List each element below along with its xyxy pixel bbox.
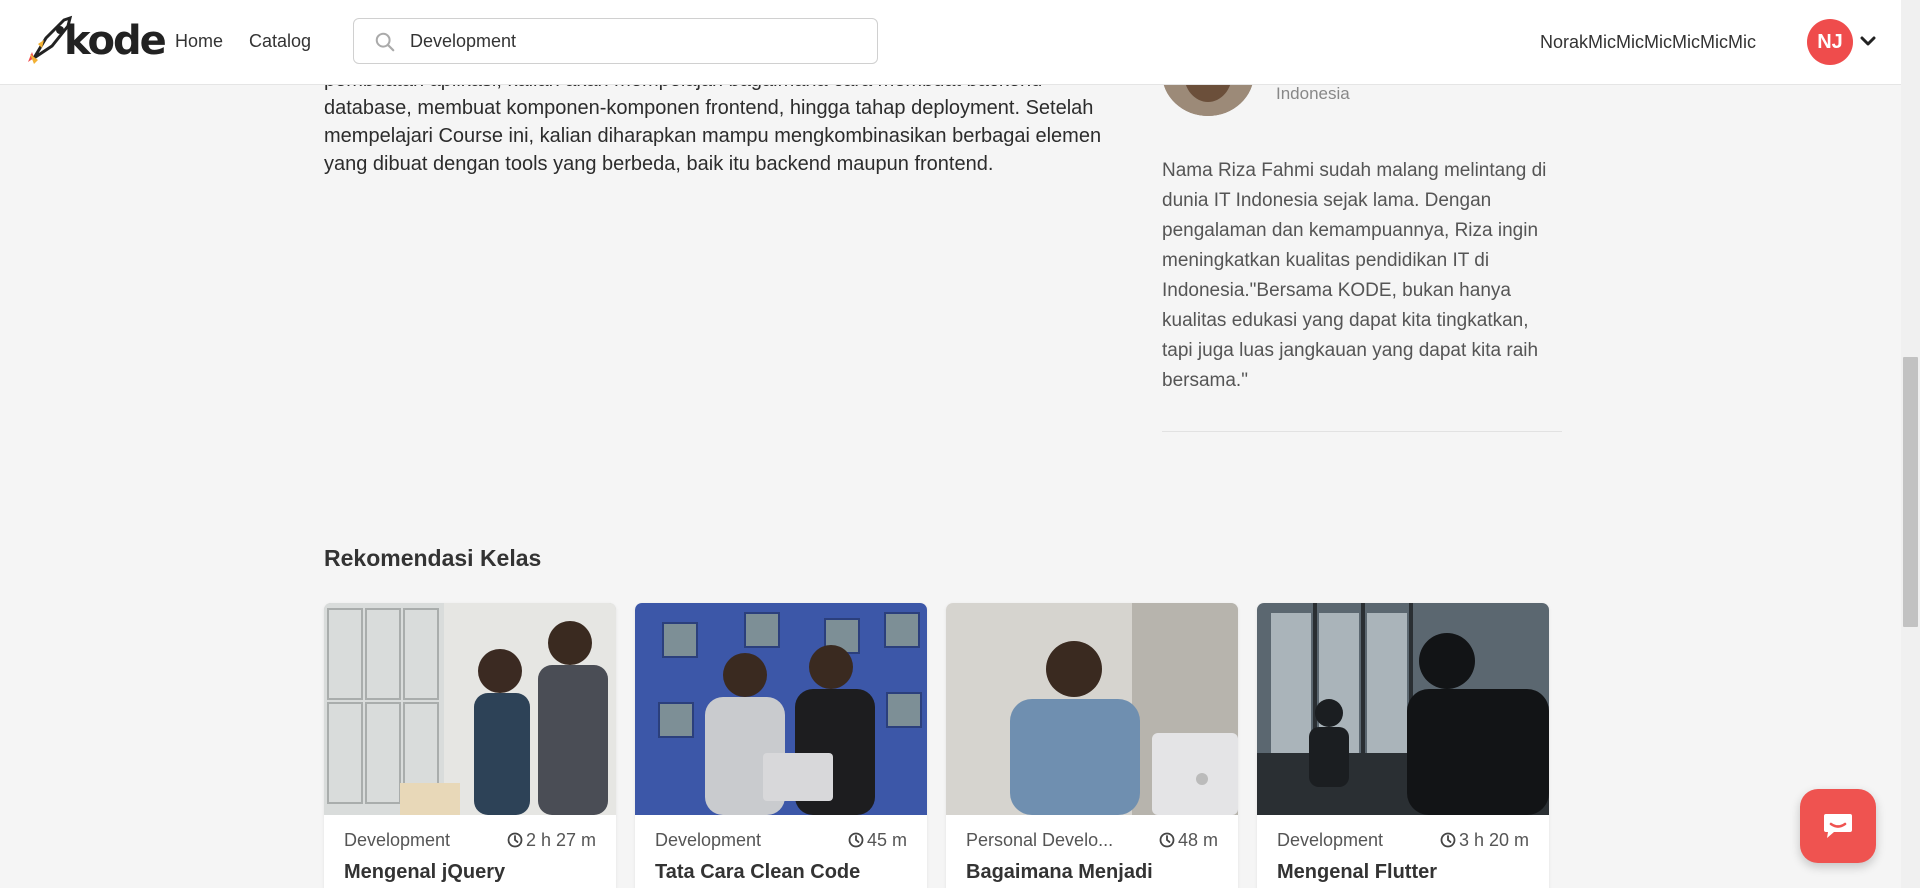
card-duration: 45 m [848,830,907,851]
course-thumbnail [635,603,927,815]
course-thumbnail [324,603,616,815]
top-navbar: kode Home Catalog NorakMicMicMicMicMicMi… [0,0,1901,85]
instructor-bio: Nama Riza Fahmi sudah malang melintang d… [1162,160,1547,391]
nav-home-link[interactable]: Home [175,31,223,52]
card-duration-text: 48 m [1177,830,1218,850]
card-meta: Development 3 h 20 m [1277,828,1529,852]
username-label[interactable]: NorakMicMicMicMicMicMic [1540,32,1756,53]
nav-catalog-link[interactable]: Catalog [249,31,311,52]
card-category: Development [655,830,762,850]
card-duration: 2 h 27 m [507,830,596,851]
card-meta: Development 45 m [655,828,907,852]
card-duration: 48 m [1159,830,1218,851]
clock-icon [507,832,523,848]
card-category: Development [1277,830,1384,850]
card-title[interactable]: Tata Cara Clean Code [655,861,860,884]
card-meta: Personal Develo... 48 m [966,828,1218,852]
chat-bubble-icon [1824,814,1852,838]
clock-icon [1440,832,1456,848]
card-meta: Development 2 h 27 m [344,828,596,852]
recommendations-title: Rekomendasi Kelas [324,545,542,571]
card-category: Development [344,830,451,850]
logo-text: kode [64,18,167,64]
instructor-country: Indonesia [1276,84,1350,103]
search-box[interactable] [353,18,878,64]
course-card-flutter[interactable]: Development 3 h 20 m Mengenal Flutter [1257,603,1549,888]
course-card-bagaimana[interactable]: Personal Develo... 48 m Bagaimana Menjad… [946,603,1238,888]
scrollbar-thumb[interactable] [1903,357,1918,627]
card-title[interactable]: Mengenal Flutter [1277,861,1437,884]
kode-logo[interactable]: kode [24,14,167,66]
search-input[interactable] [410,19,850,63]
card-duration-text: 2 h 27 m [525,830,596,850]
course-thumbnail [1257,603,1549,815]
card-duration-text: 3 h 20 m [1458,830,1529,850]
course-card-clean-code[interactable]: Development 45 m Tata Cara Clean Code [635,603,927,888]
card-title[interactable]: Bagaimana Menjadi [966,861,1153,884]
course-card-jquery[interactable]: Development 2 h 27 m Mengenal jQuery [324,603,616,888]
card-title[interactable]: Mengenal jQuery [344,861,505,884]
course-thumbnail [946,603,1238,815]
search-icon [375,32,395,52]
scrollbar-track[interactable] [1901,0,1920,888]
card-duration: 3 h 20 m [1440,830,1529,851]
chat-button[interactable] [1800,789,1876,863]
card-category: Personal Develo... [966,830,1114,850]
chevron-down-icon[interactable] [1860,35,1876,47]
clock-icon [848,832,864,848]
user-avatar[interactable]: NJ [1807,19,1853,65]
card-duration-text: 45 m [866,830,907,850]
section-divider [1162,431,1562,432]
clock-icon [1159,832,1175,848]
